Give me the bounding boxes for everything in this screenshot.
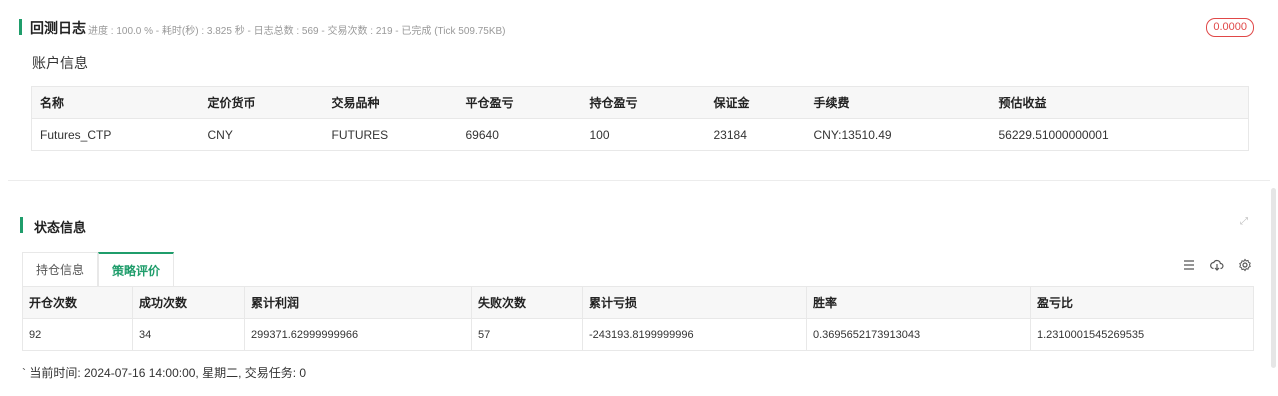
account-col-position-pnl: 持仓盈亏 [581,86,706,119]
header-accent-bar [19,19,22,35]
col-cumulative-loss: 累计亏损 [582,286,807,319]
account-cell: 56229.51000000001 [990,118,1249,151]
strategy-cell: 0.3695652173913043 [806,318,1031,351]
account-table: 名称 定价货币 交易品种 平仓盈亏 持仓盈亏 保证金 手续费 预估收益 Futu… [31,86,1249,151]
account-cell: Futures_CTP [31,118,200,151]
account-cell: CNY:13510.49 [805,118,991,151]
col-win-rate: 胜率 [806,286,1031,319]
account-col-closed-pnl: 平仓盈亏 [457,86,582,119]
scrollbar[interactable] [1271,188,1276,368]
col-open-count: 开仓次数 [22,286,133,319]
strategy-cell: 34 [132,318,245,351]
account-header-row: 名称 定价货币 交易品种 平仓盈亏 持仓盈亏 保证金 手续费 预估收益 [31,86,1249,119]
status-title: 状态信息 [34,220,87,235]
table-toolbar [1182,258,1252,272]
account-section-label: 账户信息 [32,55,88,71]
status-footer: ` 当前时间: 2024-07-16 14:00:00, 星期二, 交易任务: … [22,366,307,380]
status-tabs: 持仓信息 策略评价 [22,252,175,288]
account-col-product: 交易品种 [323,86,458,119]
strategy-cell: 92 [22,318,133,351]
status-accent-bar [20,217,23,233]
settings-icon[interactable] [1238,258,1252,272]
account-cell: FUTURES [323,118,458,151]
strategy-cell: -243193.8199999996 [582,318,807,351]
strategy-cell: 1.2310001545269535 [1030,318,1254,351]
account-col-margin: 保证金 [705,86,806,119]
table-row: 92 34 299371.62999999966 57 -243193.8199… [22,318,1254,351]
expand-icon[interactable]: ⤢ [1240,216,1248,227]
account-cell: 69640 [457,118,582,151]
page-title: 回测日志 [30,20,86,36]
tab-strategy-evaluation[interactable]: 策略评价 [98,252,175,288]
col-profit-loss-ratio: 盈亏比 [1030,286,1254,319]
section-divider [8,180,1270,181]
table-row: Futures_CTP CNY FUTURES 69640 100 23184 … [31,118,1249,151]
tab-positions[interactable]: 持仓信息 [22,252,99,287]
account-col-currency: 定价货币 [199,86,324,119]
strategy-header-row: 开仓次数 成功次数 累计利润 失败次数 累计亏损 胜率 盈亏比 [22,286,1254,319]
cloud-download-icon[interactable] [1210,258,1224,272]
col-failure-count: 失败次数 [471,286,583,319]
strategy-table: 开仓次数 成功次数 累计利润 失败次数 累计亏损 胜率 盈亏比 92 34 29… [22,286,1254,351]
account-col-fee: 手续费 [805,86,991,119]
account-col-estimated-profit: 预估收益 [990,86,1249,119]
strategy-cell: 299371.62999999966 [244,318,472,351]
list-icon[interactable] [1182,258,1196,272]
col-success-count: 成功次数 [132,286,245,319]
account-col-name: 名称 [31,86,200,119]
col-cumulative-profit: 累计利润 [244,286,472,319]
strategy-cell: 57 [471,318,583,351]
account-cell: 100 [581,118,706,151]
account-cell: 23184 [705,118,806,151]
backtest-meta: 进度 : 100.0 % - 耗时(秒) : 3.825 秒 - 日志总数 : … [88,26,506,37]
account-cell: CNY [199,118,324,151]
profit-badge: 0.0000 [1206,18,1254,37]
